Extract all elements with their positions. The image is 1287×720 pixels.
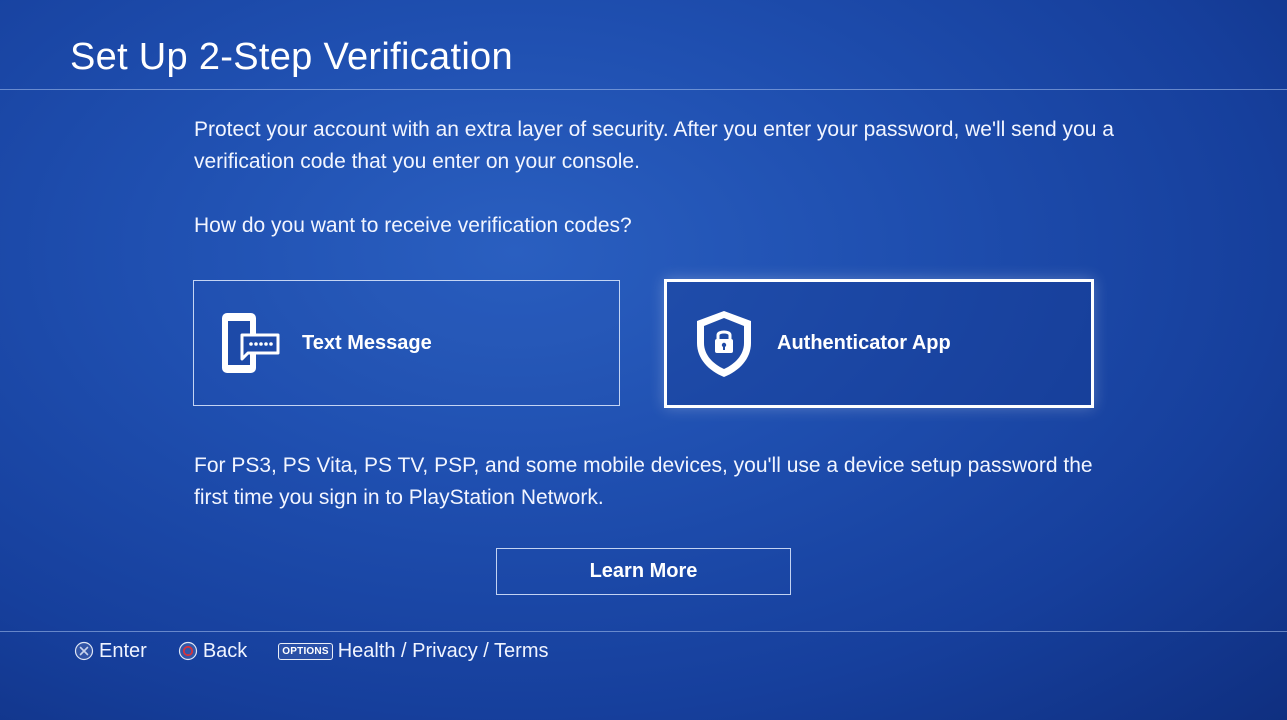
enter-label: Enter bbox=[99, 639, 147, 662]
question-text: How do you want to receive verification … bbox=[194, 214, 632, 237]
enter-hint[interactable]: Enter bbox=[74, 640, 147, 663]
options-label: Health / Privacy / Terms bbox=[337, 639, 549, 662]
footer-divider bbox=[0, 631, 1287, 632]
footer-hints: Enter Back OPTIONS Health / Privacy / Te… bbox=[74, 638, 580, 664]
back-label: Back bbox=[202, 639, 248, 662]
authenticator-app-option[interactable]: Authenticator App bbox=[664, 279, 1094, 408]
device-setup-note: For PS3, PS Vita, PS TV, PSP, and some m… bbox=[194, 454, 1093, 509]
page-title: Set Up 2-Step Verification bbox=[70, 36, 513, 78]
cross-button-icon bbox=[74, 641, 94, 661]
options-hint[interactable]: OPTIONS Health / Privacy / Terms bbox=[278, 639, 549, 663]
intro-text: Protect your account with an extra layer… bbox=[194, 118, 1114, 173]
text-message-option[interactable]: Text Message bbox=[193, 280, 620, 406]
header-divider bbox=[0, 89, 1287, 90]
learn-more-button[interactable]: Learn More bbox=[496, 548, 791, 595]
phone-message-icon bbox=[218, 311, 282, 375]
options-button-icon: OPTIONS bbox=[278, 642, 333, 660]
circle-button-icon bbox=[178, 641, 198, 661]
text-message-label: Text Message bbox=[302, 331, 432, 354]
authenticator-app-label: Authenticator App bbox=[777, 332, 951, 354]
shield-lock-icon bbox=[693, 309, 755, 379]
back-hint[interactable]: Back bbox=[178, 640, 247, 663]
